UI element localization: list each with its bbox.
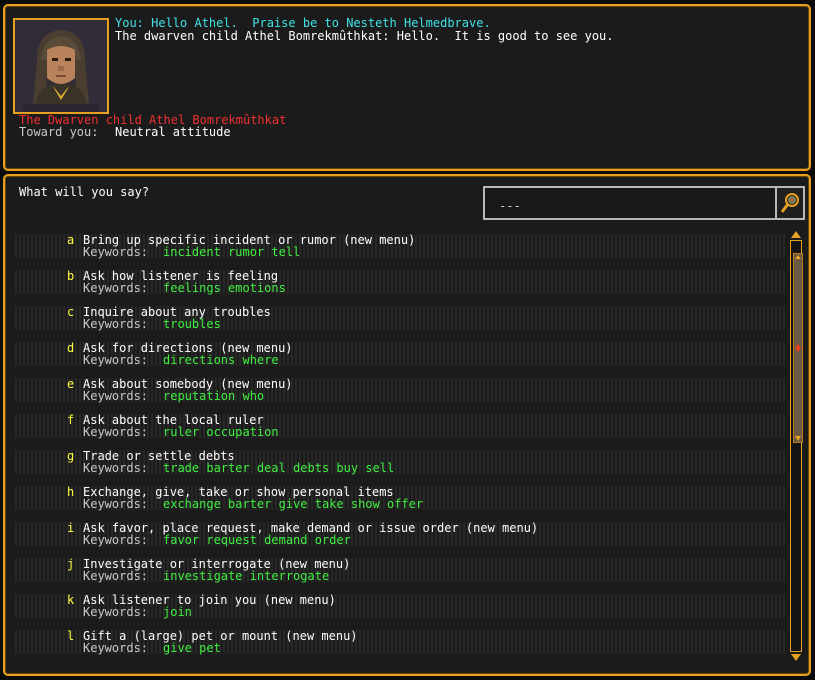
keywords-label: Keywords: <box>83 353 149 367</box>
magnifier-icon <box>780 193 799 213</box>
keywords-label: Keywords: <box>83 569 149 583</box>
option-b[interactable]: b Ask how listener is feeling Keywords: fee… <box>5 268 787 304</box>
option-keywords: incident rumor tell <box>163 245 301 259</box>
scroll-down-arrow-icon[interactable] <box>789 652 803 664</box>
option-hotkey[interactable]: h <box>67 486 74 498</box>
conversation-panel: You: Hello Athel. Praise be to Nesteth H… <box>3 4 811 171</box>
option-c[interactable]: c Inquire about any troubles Keywords: trou… <box>5 304 787 340</box>
option-l[interactable]: l Gift a (large) pet or mount (new menu) K… <box>5 628 787 664</box>
option-keywords: exchange barter give take show offer <box>163 497 424 511</box>
keywords-label: Keywords: <box>83 245 149 259</box>
keywords-label: Keywords: <box>83 317 149 331</box>
option-h[interactable]: h Exchange, give, take or show personal i… <box>5 484 787 520</box>
keywords-label: Keywords: <box>83 605 149 619</box>
keywords-label: Keywords: <box>83 461 149 475</box>
option-a[interactable]: a Bring up specific incident or rumor (ne… <box>5 232 787 268</box>
search-button[interactable] <box>775 188 803 218</box>
option-keywords: investigate interrogate <box>163 569 330 583</box>
keywords-label: Keywords: <box>83 281 149 295</box>
keywords-label: Keywords: <box>83 497 149 511</box>
player-speech: You: Hello Athel. Praise be to Nesteth H… <box>115 16 491 30</box>
option-keywords: give pet <box>163 641 221 655</box>
scrollbar-thumb[interactable] <box>793 253 803 443</box>
option-k[interactable]: k Ask listener to join you (new menu) Keyw… <box>5 592 787 628</box>
scroll-thumb-grip-icon <box>795 255 801 441</box>
scroll-up-arrow-icon[interactable] <box>789 228 803 240</box>
prompt-text: What will you say? <box>19 185 150 199</box>
portrait <box>13 18 109 114</box>
option-keywords: trade barter deal debts buy sell <box>163 461 395 475</box>
option-hotkey[interactable]: e <box>67 378 74 390</box>
keywords-label: Keywords: <box>83 389 149 403</box>
option-d[interactable]: d Ask for directions (new menu) Keywords: d… <box>5 340 787 376</box>
attitude-label: Toward you: <box>19 125 99 139</box>
option-hotkey[interactable]: b <box>67 270 74 282</box>
option-hotkey[interactable]: l <box>67 630 74 642</box>
option-keywords: troubles <box>163 317 221 331</box>
option-j[interactable]: j Investigate or interrogate (new menu) Ke… <box>5 556 787 592</box>
scrollbar-track[interactable] <box>790 240 803 652</box>
option-keywords: ruler occupation <box>163 425 279 439</box>
option-hotkey[interactable]: d <box>67 342 74 354</box>
option-keywords: join <box>163 605 192 619</box>
option-keywords: reputation who <box>163 389 265 403</box>
listener-speech: The dwarven child Athel Bomrekmûthkat: H… <box>115 29 614 43</box>
option-keywords: directions where <box>163 353 279 367</box>
search-input-value: --- <box>499 199 521 213</box>
option-hotkey[interactable]: i <box>67 522 74 534</box>
option-list: a Bring up specific incident or rumor (ne… <box>5 232 787 664</box>
dialogue-options-panel: What will you say? --- a Bring up specifi… <box>3 174 811 676</box>
option-e[interactable]: e Ask about somebody (new menu) Keywords: r… <box>5 376 787 412</box>
option-hotkey[interactable]: c <box>67 306 74 318</box>
option-hotkey[interactable]: a <box>67 234 74 246</box>
option-f[interactable]: f Ask about the local ruler Keywords: ruler… <box>5 412 787 448</box>
attitude-value: Neutral attitude <box>115 125 231 139</box>
option-hotkey[interactable]: f <box>67 414 74 426</box>
option-keywords: favor request demand order <box>163 533 351 547</box>
keywords-label: Keywords: <box>83 425 149 439</box>
option-hotkey[interactable]: g <box>67 450 74 462</box>
keywords-label: Keywords: <box>83 641 149 655</box>
dwarf-child-portrait-icon <box>15 20 107 112</box>
option-hotkey[interactable]: k <box>67 594 74 606</box>
keywords-label: Keywords: <box>83 533 149 547</box>
scrollbar[interactable] <box>789 228 803 664</box>
option-hotkey[interactable]: j <box>67 558 74 570</box>
option-i[interactable]: i Ask favor, place request, make demand o… <box>5 520 787 556</box>
search-input[interactable]: --- <box>483 186 805 220</box>
option-g[interactable]: g Trade or settle debts Keywords: trade bar… <box>5 448 787 484</box>
option-keywords: feelings emotions <box>163 281 286 295</box>
